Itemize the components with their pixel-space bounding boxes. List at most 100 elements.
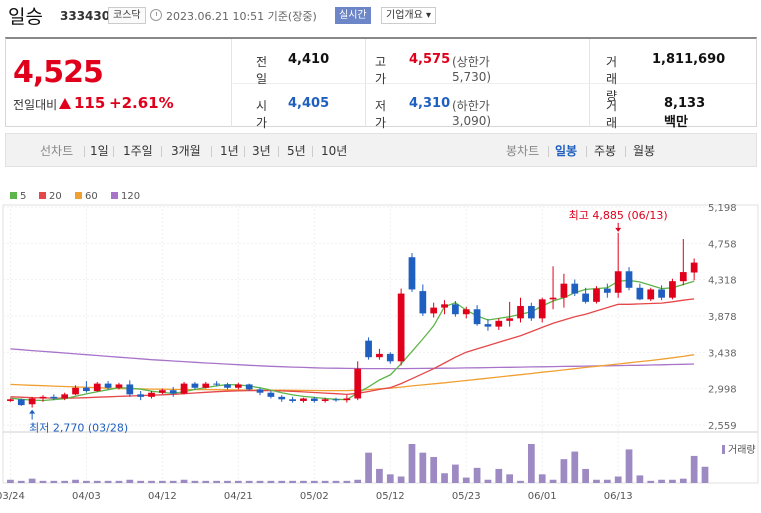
period-5y[interactable]: 5년 bbox=[287, 142, 306, 159]
candle-body bbox=[376, 353, 383, 358]
candle-body bbox=[473, 309, 481, 325]
candle-body bbox=[289, 399, 296, 401]
candle-body bbox=[430, 307, 438, 314]
candle-body bbox=[278, 396, 286, 400]
period-monthly[interactable]: 월봉 bbox=[633, 142, 655, 159]
candle-body bbox=[397, 293, 405, 362]
period-3y[interactable]: 3년 bbox=[252, 142, 271, 159]
volume-bar bbox=[669, 479, 676, 483]
x-tick-label: 05/12 bbox=[376, 491, 405, 502]
ma5-line bbox=[10, 279, 695, 402]
volume-bar bbox=[126, 479, 134, 483]
candle-body bbox=[527, 305, 535, 319]
volume-bar bbox=[256, 480, 264, 483]
candle-body bbox=[593, 288, 600, 302]
legend-swatch bbox=[10, 192, 17, 199]
volume-bar bbox=[39, 480, 47, 483]
volume-bar bbox=[625, 449, 633, 483]
period-daily[interactable]: 일봉 bbox=[555, 142, 577, 159]
volume-bar bbox=[61, 480, 69, 483]
volume-bar bbox=[636, 475, 644, 483]
x-tick-label: 06/01 bbox=[528, 491, 557, 502]
base-time: 2023.06.21 10:51 기준(장중) bbox=[166, 10, 317, 23]
volume-bar bbox=[701, 466, 709, 483]
candle-body bbox=[115, 384, 123, 388]
candle-body bbox=[191, 383, 199, 388]
candle-body bbox=[582, 293, 589, 302]
candle-body bbox=[549, 297, 557, 300]
volume-bar bbox=[419, 452, 427, 483]
candle-body bbox=[636, 287, 644, 300]
legend-label: 5 bbox=[20, 191, 26, 202]
period-3m[interactable]: 3개월 bbox=[171, 142, 201, 159]
stock-code: 333430 bbox=[60, 9, 111, 23]
period-10y[interactable]: 10년 bbox=[321, 142, 347, 159]
candle-body bbox=[61, 394, 69, 399]
candle-body bbox=[603, 288, 611, 293]
realtime-button[interactable]: 실시간 bbox=[335, 7, 371, 24]
candle-body bbox=[441, 304, 448, 308]
candle-body bbox=[83, 387, 90, 392]
volume-bar bbox=[647, 480, 655, 483]
candle-chart-label: 봉차트 bbox=[506, 144, 540, 158]
candle-body bbox=[93, 383, 101, 392]
volume-bar bbox=[473, 467, 481, 483]
candle-body bbox=[658, 289, 665, 298]
current-price-box: 4,525 전일대비 115 +2.61% bbox=[6, 39, 232, 127]
x-tick-label: 04/12 bbox=[148, 491, 177, 502]
candle-body bbox=[647, 289, 655, 300]
candle-body bbox=[560, 283, 568, 298]
volume-bar bbox=[658, 479, 665, 483]
volume-bar bbox=[93, 480, 101, 483]
candle-body bbox=[224, 384, 231, 388]
candle-body bbox=[495, 320, 503, 327]
change-label: 전일대비 bbox=[13, 98, 58, 112]
volume-bar bbox=[213, 480, 220, 483]
divider bbox=[211, 146, 212, 157]
candle-body bbox=[343, 398, 351, 401]
volume-bar bbox=[441, 473, 448, 483]
volume-bar bbox=[408, 444, 416, 483]
legend-swatch bbox=[39, 192, 46, 199]
candle-body bbox=[462, 309, 470, 315]
volume-bar bbox=[245, 480, 253, 483]
volume-bar bbox=[679, 478, 687, 483]
prev-close-label: 전일 bbox=[256, 55, 268, 86]
period-selector: 선차트 1일 1주일 3개월 1년 3년 5년 10년 봉차트 일봉 주봉 월봉 bbox=[5, 133, 757, 167]
line-chart-label: 선차트 bbox=[40, 144, 74, 158]
candle-body bbox=[234, 384, 242, 388]
volume-legend-label: 거래량 bbox=[728, 444, 756, 456]
volume-legend-swatch bbox=[722, 445, 725, 454]
x-tick-label: 04/03 bbox=[72, 491, 101, 502]
volume-bar bbox=[452, 464, 459, 483]
period-1y[interactable]: 1년 bbox=[220, 142, 239, 159]
period-1d[interactable]: 1일 bbox=[90, 142, 109, 159]
amount-value: 8,133 백만 bbox=[664, 96, 706, 130]
divider bbox=[113, 146, 114, 157]
divider bbox=[586, 146, 587, 157]
prev-close-value: 4,410 bbox=[288, 52, 330, 67]
company-overview-button[interactable]: 기업개요 ▾ bbox=[381, 7, 436, 24]
candle-body bbox=[300, 398, 307, 401]
volume-bar bbox=[354, 479, 362, 483]
period-1w[interactable]: 1주일 bbox=[123, 142, 153, 159]
candle-body bbox=[332, 399, 340, 401]
change-value: 115 bbox=[74, 94, 106, 112]
divider bbox=[84, 146, 85, 157]
candle-body bbox=[679, 272, 687, 282]
volume-bar bbox=[17, 480, 25, 483]
candle-body bbox=[365, 340, 372, 358]
volume-bar bbox=[571, 451, 579, 483]
stock-header: 일승 333430 코스닥 2023.06.21 10:51 기준(장중) 실시… bbox=[0, 0, 761, 34]
divider bbox=[278, 146, 279, 157]
volume-bar bbox=[115, 480, 123, 483]
high-value: 4,575 bbox=[409, 52, 451, 67]
candle-body bbox=[690, 262, 698, 273]
period-weekly[interactable]: 주봉 bbox=[594, 142, 616, 159]
divider bbox=[161, 146, 162, 157]
volume-bar bbox=[593, 479, 600, 483]
volume-bar bbox=[614, 476, 622, 483]
plot-frame bbox=[2, 204, 759, 484]
x-tick-label: 06/13 bbox=[604, 491, 633, 502]
divider bbox=[548, 146, 549, 157]
